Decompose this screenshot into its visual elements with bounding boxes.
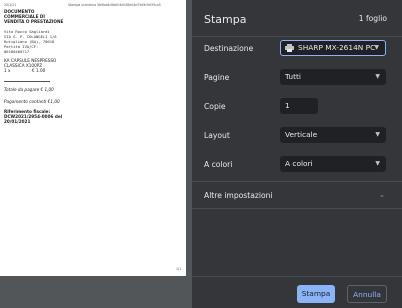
page-header-title: Stampa scontrino 5b9ba8c6bb54e048e04e33d… [68,3,161,7]
layout-label: Layout [204,131,230,140]
copies-label: Copie [204,102,226,111]
chevron-down-icon: ▼ [375,73,380,80]
color-value: A colori [285,159,313,168]
panel-title: Stampa [204,13,247,26]
print-button[interactable]: Stampa [297,285,335,303]
chevron-down-icon: ▼ [375,131,380,138]
color-select[interactable]: A colori ▼ [280,156,386,172]
copies-input[interactable]: 1 [280,98,318,114]
pages-select[interactable]: Tutti ▼ [280,69,386,85]
page-number: 1/1 [176,267,182,271]
sheet-count: 1 foglio [358,14,387,23]
copies-value: 1 [285,101,290,110]
color-label: A colori [204,160,233,169]
total-line: Totale da pagare € 1,00 [4,87,54,92]
print-settings-panel: Stampa 1 foglio Destinazione SHARP MX-26… [192,0,402,308]
total-divider [4,81,50,82]
preview-page: 20/1/21 Stampa scontrino 5b9ba8c6bb54e04… [0,0,186,276]
doc-title-line-3: VENDITA O PRESTAZIONE [4,19,64,24]
chevron-down-icon: ▼ [374,44,379,51]
destination-select[interactable]: SHARP MX-2614N PC ▼ [280,40,386,56]
chevron-down-icon: ▼ [375,160,380,167]
cancel-button[interactable]: Annulla [347,285,387,303]
fiscal-ref-date: 20/01/2021 [4,119,31,124]
layout-select[interactable]: Verticale ▼ [280,127,386,143]
chevron-down-icon: ⌄ [379,191,385,199]
destination-label: Destinazione [204,44,254,53]
print-preview-area: 20/1/21 Stampa scontrino 5b9ba8c6bb54e04… [0,0,192,308]
seller-line: 06180460717 [4,49,30,54]
footer-divider [192,276,402,277]
more-settings-label: Altre impostazioni [204,191,273,200]
pages-label: Pagine [204,73,230,82]
header-divider [192,36,402,37]
printer-icon [285,44,294,52]
pages-value: Tutti [285,72,301,81]
layout-value: Verticale [285,130,318,139]
item-quantity: 1 x [4,68,11,73]
settings-divider-bottom [192,208,402,209]
destination-value: SHARP MX-2614N PC [298,43,376,52]
more-settings-toggle[interactable]: Altre impostazioni ⌄ [192,182,402,208]
item-price: € 1.00 [32,68,46,73]
page-header-date: 20/1/21 [4,3,17,7]
payment-line: Pagamento contanti €1,00 [4,99,60,104]
